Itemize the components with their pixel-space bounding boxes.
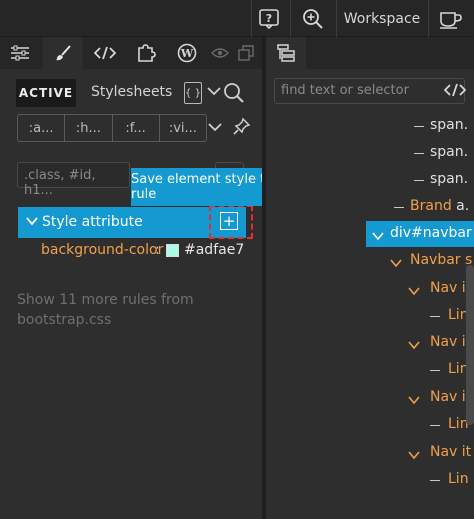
pin-icon[interactable] bbox=[233, 117, 251, 139]
more-rules-link[interactable]: Show 11 more rules from bootstrap.css bbox=[17, 290, 247, 330]
stylesheets-tab[interactable]: Stylesheets bbox=[91, 84, 172, 100]
chevron-down-icon[interactable] bbox=[408, 448, 420, 464]
pseudo-focus-toggle[interactable]: :f... bbox=[113, 115, 160, 141]
chevron-down-icon[interactable] bbox=[390, 256, 402, 272]
code-icon[interactable] bbox=[85, 37, 125, 69]
tree-item[interactable]: Navbar s bbox=[410, 252, 472, 268]
declaration-value[interactable]: #adfae7 bbox=[184, 242, 244, 258]
panel-tab-row: W bbox=[0, 37, 262, 69]
pseudo-visited-toggle[interactable]: :vi... bbox=[160, 115, 206, 141]
tree-item[interactable]: Brand a. bbox=[410, 198, 469, 214]
chevron-down-icon[interactable] bbox=[206, 83, 222, 103]
declaration-property[interactable]: background-color bbox=[41, 242, 163, 258]
top-toolbar: ? Workspace bbox=[0, 0, 474, 37]
code-icon[interactable] bbox=[443, 82, 467, 102]
search-icon[interactable] bbox=[222, 81, 246, 109]
style-declaration[interactable]: background-color : #adfae7 bbox=[18, 238, 246, 264]
svg-text:?: ? bbox=[266, 12, 272, 25]
coffee-cup-icon[interactable] bbox=[432, 0, 470, 37]
highlight-outline bbox=[209, 205, 253, 239]
tree-item[interactable]: Nav it bbox=[430, 334, 471, 350]
svg-text:W: W bbox=[180, 47, 194, 60]
toolbar-separator bbox=[290, 0, 291, 37]
chevron-down-icon[interactable] bbox=[26, 215, 38, 231]
stylesheet-file-icon[interactable]: { } bbox=[184, 82, 202, 104]
tree-item-suffix: a. bbox=[451, 198, 470, 214]
rule-title: Style attribute bbox=[42, 214, 143, 230]
windows-icon[interactable] bbox=[232, 37, 260, 69]
chevron-down-icon[interactable] bbox=[372, 229, 384, 245]
sliders-icon[interactable] bbox=[0, 37, 40, 69]
selector-input[interactable]: .class, #id, h1... bbox=[17, 162, 130, 198]
chevron-down-icon[interactable] bbox=[408, 284, 420, 300]
color-swatch[interactable] bbox=[166, 244, 179, 257]
tree-item[interactable]: span. bbox=[430, 171, 468, 187]
tree-line bbox=[414, 180, 424, 181]
find-input[interactable]: find text or selector bbox=[274, 78, 465, 104]
tree-item[interactable]: Nav it bbox=[430, 280, 471, 296]
pseudo-class-toggles: :a... :h... :f... :vi... bbox=[17, 114, 207, 142]
tree-icon[interactable] bbox=[266, 37, 306, 69]
tree-line bbox=[394, 207, 404, 208]
tree-tab-row bbox=[266, 37, 474, 69]
eye-icon[interactable] bbox=[206, 37, 234, 69]
toolbar-separator bbox=[428, 0, 429, 37]
tree-item[interactable]: Lin bbox=[448, 471, 469, 487]
tree-item[interactable]: Nav it bbox=[430, 444, 471, 460]
wordpress-icon[interactable]: W bbox=[167, 37, 207, 69]
pseudo-active-toggle[interactable]: :a... bbox=[18, 115, 66, 141]
tree-line bbox=[414, 153, 424, 154]
tree-item-label: Brand bbox=[410, 198, 452, 214]
chevron-down-icon[interactable] bbox=[408, 338, 420, 354]
zoom-in-icon[interactable] bbox=[296, 0, 330, 37]
brush-icon[interactable] bbox=[43, 37, 83, 69]
active-tab[interactable]: ACTIVE bbox=[16, 79, 76, 107]
workspace-button[interactable]: Workspace bbox=[337, 0, 427, 37]
tree-line bbox=[430, 316, 440, 317]
styles-header: ACTIVE Stylesheets { } bbox=[16, 79, 254, 107]
tree-item[interactable]: Nav it bbox=[430, 389, 471, 405]
declaration-colon: : bbox=[155, 242, 160, 258]
tree-item[interactable]: div#navbar bbox=[390, 225, 472, 241]
tree-line bbox=[430, 425, 440, 426]
style-panel: W ACTIVE Stylesheets { } :a... :h... :f.… bbox=[0, 37, 331, 519]
element-tree-panel: find text or selector span. span. span. … bbox=[266, 37, 474, 519]
tree-item[interactable]: span. bbox=[430, 144, 468, 160]
tree-line bbox=[430, 370, 440, 371]
chevron-down-icon[interactable] bbox=[207, 119, 223, 139]
tree-line bbox=[414, 126, 424, 127]
help-icon[interactable]: ? bbox=[253, 0, 285, 37]
pseudo-hover-toggle[interactable]: :h... bbox=[65, 115, 113, 141]
tree-scrollbar[interactable] bbox=[466, 265, 474, 425]
tree-item[interactable]: span. bbox=[430, 117, 468, 133]
tree-line bbox=[430, 480, 440, 481]
puzzle-icon[interactable] bbox=[126, 37, 166, 69]
chevron-down-icon[interactable] bbox=[408, 393, 420, 409]
toolbar-separator bbox=[251, 0, 252, 37]
